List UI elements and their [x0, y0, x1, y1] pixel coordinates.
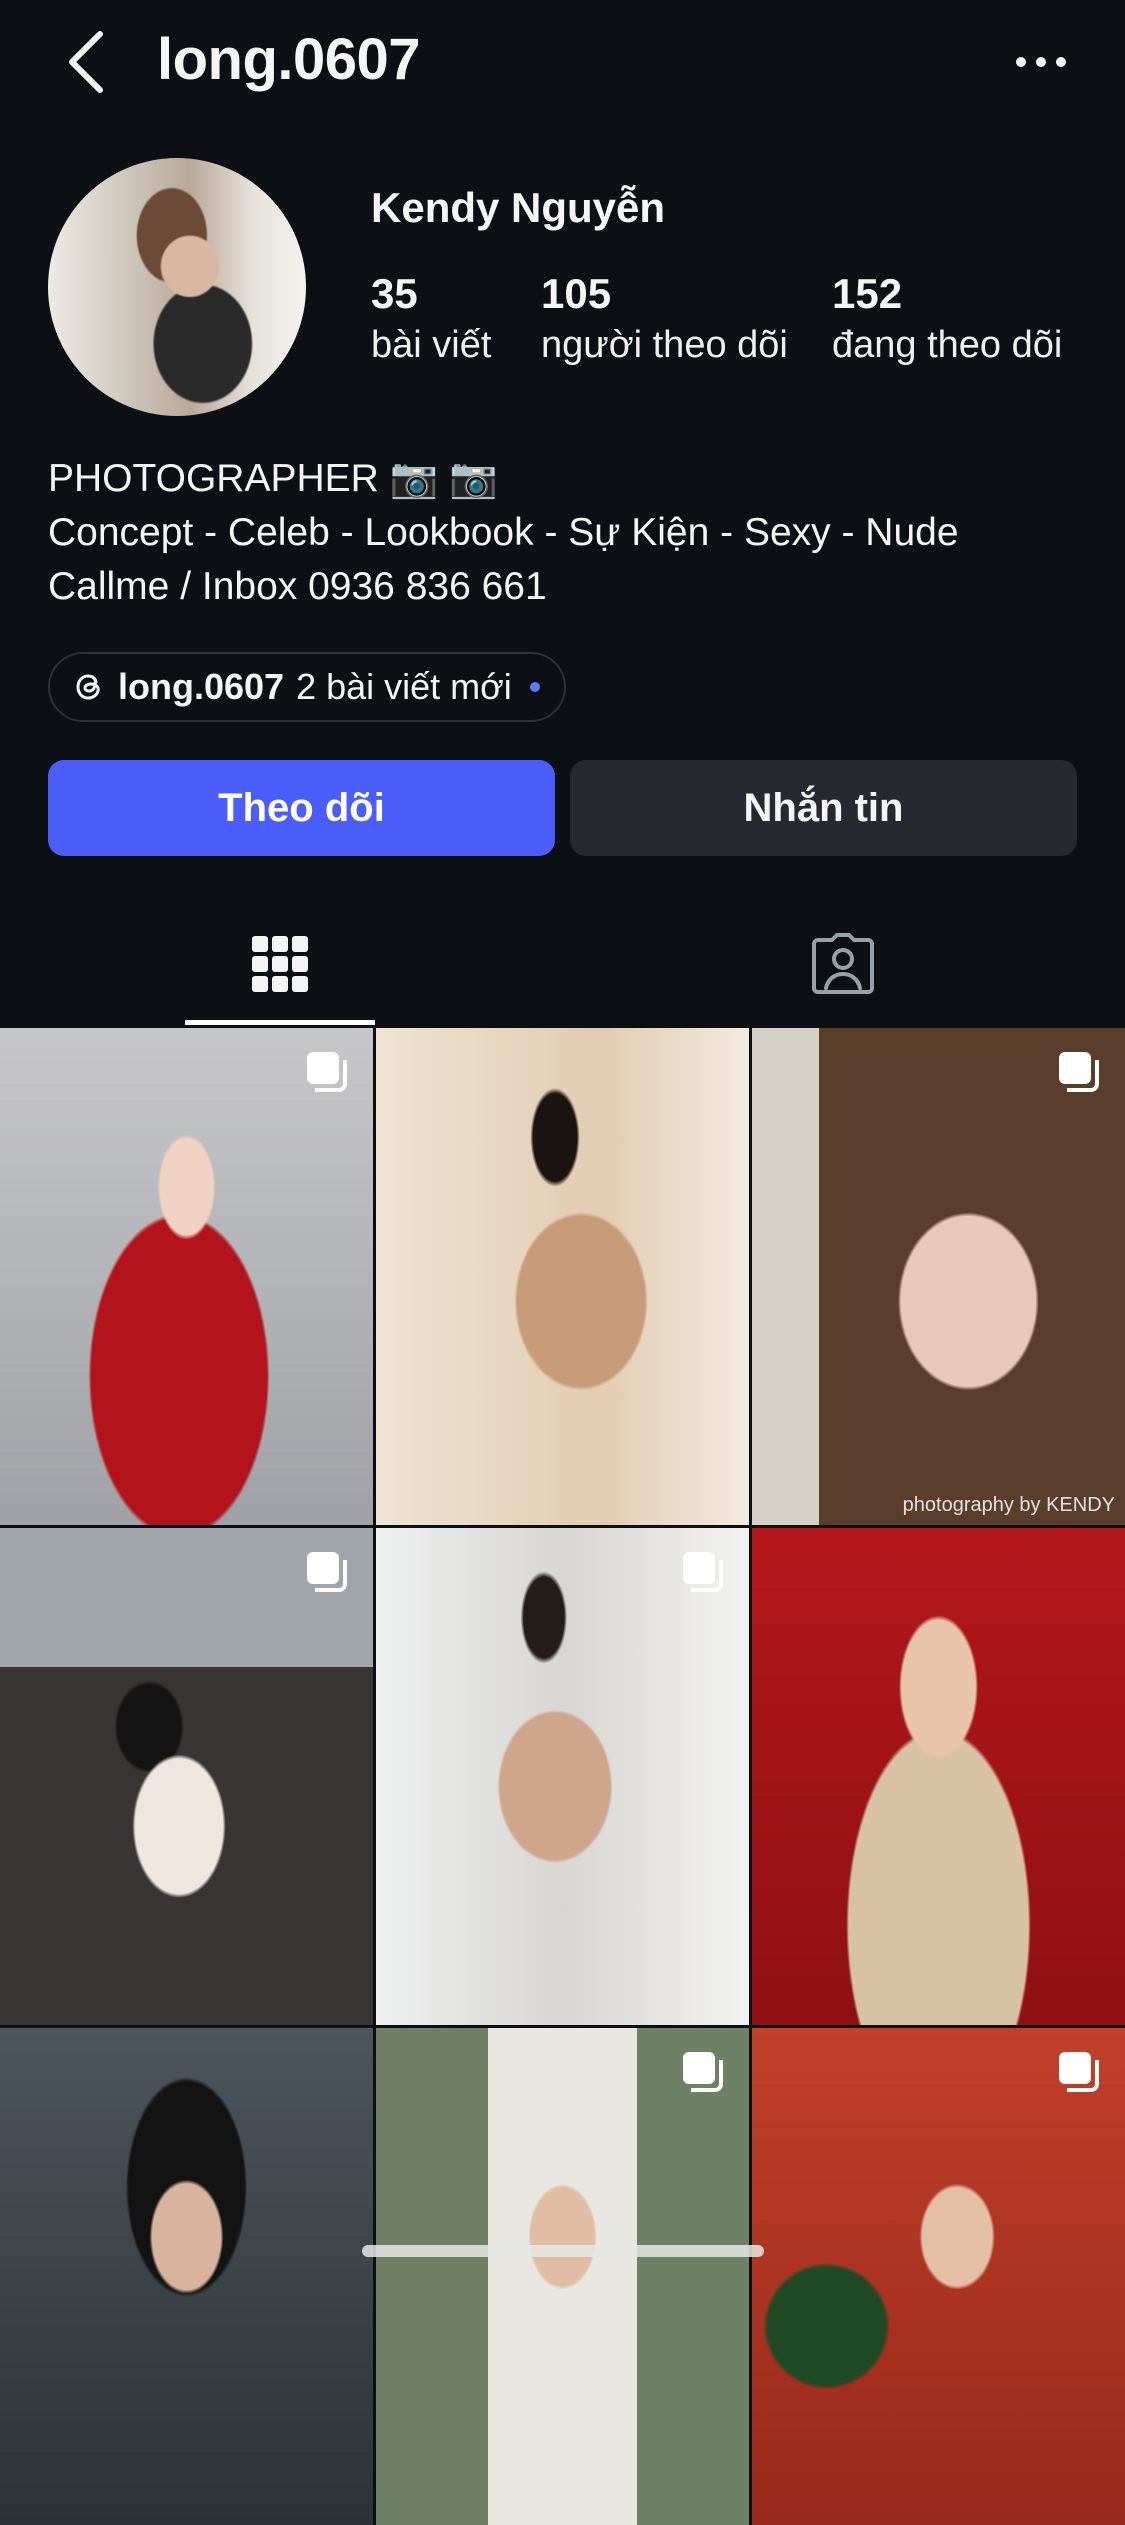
profile-header: long.0607 — [0, 0, 1125, 130]
post-thumbnail[interactable] — [0, 1028, 373, 1525]
header-username: long.0607 — [157, 27, 421, 92]
stat-posts-value: 35 — [371, 270, 418, 317]
bio-line: PHOTOGRAPHER 📷 📷 — [48, 457, 498, 500]
follow-button[interactable]: Theo dõi — [48, 760, 555, 856]
more-horizontal-icon — [1016, 57, 1066, 67]
threads-icon — [76, 674, 100, 700]
stat-following[interactable]: 152 đang theo dõi — [832, 268, 1062, 370]
bio-line: Concept - Celeb - Lookbook - Sự Kiện - S… — [48, 511, 959, 554]
display-name: Kendy Nguyễn — [371, 184, 666, 231]
post-thumbnail[interactable] — [0, 1528, 373, 2025]
stat-following-value: 152 — [832, 270, 903, 317]
photo-watermark: photography by KENDY — [902, 1494, 1115, 1516]
carousel-icon — [307, 1552, 347, 1592]
post-thumbnail[interactable] — [376, 2028, 749, 2525]
threads-new-posts: 2 bài viết mới — [296, 666, 512, 707]
bio: PHOTOGRAPHER 📷 📷 Concept - Celeb - Lookb… — [48, 452, 1098, 614]
unread-dot — [529, 682, 540, 692]
tab-posts-grid[interactable] — [185, 900, 375, 1028]
carousel-icon — [1059, 1052, 1099, 1092]
stat-followers-value: 105 — [541, 270, 612, 317]
carousel-icon — [1059, 2052, 1099, 2092]
post-thumbnail[interactable] — [0, 2028, 373, 2525]
stat-followers[interactable]: 105 người theo dõi — [541, 268, 788, 370]
post-thumbnail[interactable] — [376, 1028, 749, 1525]
threads-badge[interactable]: long.0607 2 bài viết mới — [48, 652, 566, 722]
stat-posts-label: bài viết — [371, 324, 492, 366]
profile-avatar[interactable] — [48, 158, 306, 416]
carousel-icon — [307, 1052, 347, 1092]
post-thumbnail[interactable] — [752, 2028, 1125, 2525]
more-options-button[interactable] — [1010, 40, 1072, 84]
stat-followers-label: người theo dõi — [541, 324, 788, 366]
profile-tabs — [0, 900, 1125, 1028]
stat-following-label: đang theo dõi — [832, 324, 1063, 366]
tab-tagged[interactable] — [748, 900, 938, 1028]
bio-line: Callme / Inbox 0936 836 661 — [48, 565, 547, 608]
carousel-icon — [683, 1552, 723, 1592]
home-indicator[interactable] — [362, 2245, 764, 2257]
post-thumbnail[interactable] — [752, 1528, 1125, 2025]
message-button[interactable]: Nhắn tin — [570, 760, 1077, 856]
stat-posts[interactable]: 35 bài viết — [371, 268, 491, 370]
posts-grid: photography by KENDY — [0, 1028, 1125, 2525]
chevron-left-icon — [69, 31, 103, 93]
post-thumbnail[interactable] — [376, 1528, 749, 2025]
tagged-person-icon — [812, 933, 874, 994]
active-tab-indicator — [185, 1020, 375, 1025]
threads-username: long.0607 — [118, 666, 285, 707]
grid-icon — [252, 936, 308, 992]
post-thumbnail[interactable]: photography by KENDY — [752, 1028, 1125, 1525]
back-button[interactable] — [56, 24, 116, 100]
carousel-icon — [683, 2052, 723, 2092]
